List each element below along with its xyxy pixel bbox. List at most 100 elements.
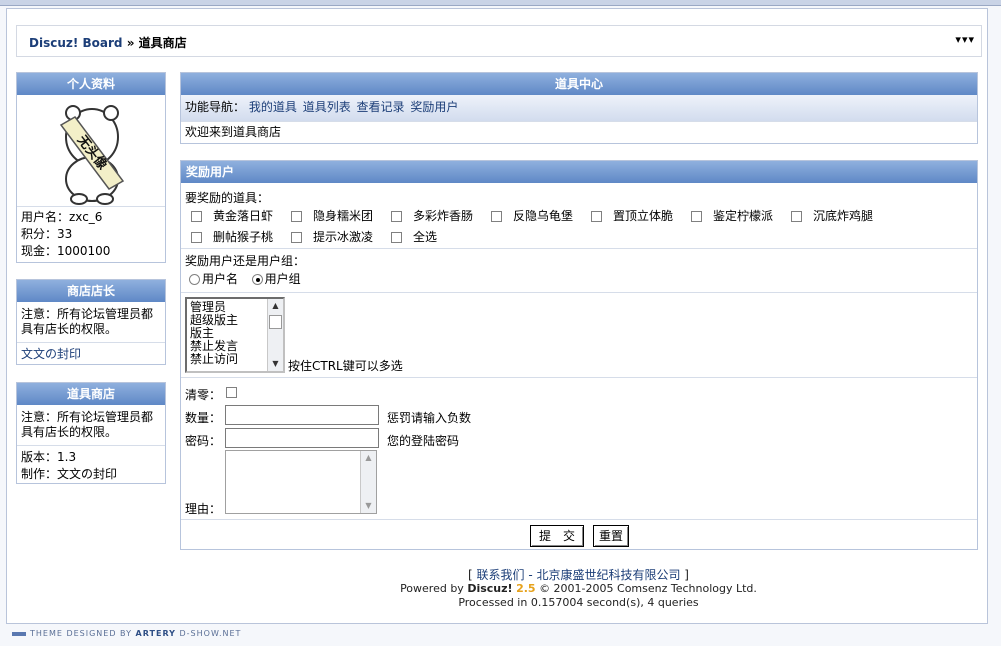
reset-button[interactable]: 重置	[593, 525, 629, 547]
breadcrumb: Discuz! Board » 道具商店	[29, 34, 187, 51]
item-option[interactable]: 提示冰激凌	[291, 228, 373, 245]
target-label: 奖励用户还是用户组：	[185, 254, 306, 268]
avatar: 无头像	[17, 95, 165, 207]
nav-link-my-items[interactable]: 我的道具	[249, 100, 297, 114]
group-select-section: 管理员 超级版主 版主 禁止发言 禁止访问 ▲ ▼ 按住CTRL键可以多选	[181, 293, 977, 378]
radio-usergroup[interactable]	[251, 274, 263, 285]
credit-bar-icon	[12, 631, 26, 636]
groups-hint: 按住CTRL键可以多选	[288, 359, 403, 373]
breadcrumb-separator: »	[126, 36, 135, 50]
checkbox[interactable]	[391, 232, 402, 243]
scroll-up-icon[interactable]: ▲	[361, 451, 376, 465]
discuz-brand-link[interactable]: Discuz!	[467, 582, 512, 595]
bracket: ]	[680, 568, 689, 582]
item-label: 黄金落日虾	[213, 209, 274, 223]
nav-link-item-list[interactable]: 道具列表	[303, 100, 351, 114]
password-input[interactable]	[225, 428, 379, 448]
textarea-scrollbar[interactable]: ▲ ▼	[360, 451, 376, 513]
checkbox[interactable]	[691, 211, 702, 222]
item-option[interactable]: 黄金落日虾	[191, 207, 273, 224]
checkbox[interactable]	[191, 211, 202, 222]
manager-note: 注意：所有论坛管理员都具有店长的权限。	[21, 307, 154, 336]
item-label: 多彩炸香肠	[413, 209, 474, 223]
scroll-up-icon[interactable]: ▲	[268, 299, 283, 313]
checkbox[interactable]	[391, 211, 402, 222]
item-option[interactable]: 鉴定柠檬派	[691, 207, 773, 224]
profile-points: 积分：33	[21, 227, 73, 241]
item-option[interactable]: 删帖猴子桃	[191, 228, 273, 245]
shop-version: 版本：1.3	[17, 445, 165, 467]
password-label: 密码：	[185, 434, 222, 448]
group-listbox[interactable]: 管理员 超级版主 版主 禁止发言 禁止访问 ▲ ▼	[185, 297, 285, 373]
function-nav-label: 功能导航：	[185, 100, 246, 114]
checkbox[interactable]	[791, 211, 802, 222]
item-label: 反隐乌龟堡	[513, 209, 574, 223]
footer-contact: [ 联系我们 - 北京康盛世纪科技有限公司 ]	[180, 566, 977, 583]
checkbox[interactable]	[291, 211, 302, 222]
scroll-down-icon[interactable]: ▼	[361, 499, 376, 513]
reason-textarea[interactable]: ▲ ▼	[225, 450, 377, 514]
item-label: 删帖猴子桃	[213, 230, 274, 244]
nav-link-reward-users[interactable]: 奖励用户	[410, 100, 458, 114]
credit-text: THEME DESIGNED BY	[30, 629, 136, 638]
reward-box: 奖励用户 要奖励的道具： 黄金落日虾 隐身糯米团 多彩炸香肠 反隐乌龟堡 置顶立…	[180, 160, 978, 550]
radio-usergroup-label[interactable]: 用户组	[265, 272, 301, 286]
listbox-scrollbar[interactable]: ▲ ▼	[267, 299, 283, 371]
target-radio-group: 用户名 用户组	[189, 270, 301, 287]
amount-input[interactable]	[225, 405, 379, 425]
center-title: 道具中心	[181, 73, 977, 95]
item-option[interactable]: 隐身糯米团	[291, 207, 373, 224]
manager-title: 商店店长	[17, 280, 165, 302]
browser-frame: Discuz! Board » 道具商店 ▾▾▾ 个人资料 无头像 用户名：zx…	[0, 0, 1001, 646]
credit-site: D-SHOW.NET	[175, 629, 242, 638]
footer-powered: Powered by Discuz! 2.5 © 2001-2005 Comse…	[180, 582, 977, 595]
company-link[interactable]: - 北京康盛世纪科技有限公司	[525, 568, 680, 582]
item-label: 全选	[413, 230, 438, 244]
menu-arrows-icon[interactable]: ▾▾▾	[955, 33, 975, 46]
breadcrumb-current: 道具商店	[138, 36, 187, 50]
radio-username-label[interactable]: 用户名	[202, 272, 238, 286]
amount-hint: 惩罚请输入负数	[387, 411, 472, 425]
scroll-down-icon[interactable]: ▼	[268, 357, 283, 371]
manager-name-link[interactable]: 文文の封印	[17, 342, 165, 364]
breadcrumb-home-link[interactable]: Discuz! Board	[29, 36, 123, 50]
checkbox[interactable]	[491, 211, 502, 222]
copyright: © 2001-2005 Comsenz Technology Ltd.	[539, 582, 757, 595]
shop-info-box: 道具商店 注意：所有论坛管理员都具有店长的权限。 版本：1.3 制作：文文の封印	[16, 382, 166, 484]
shop-author: 制作：文文の封印	[21, 467, 118, 481]
top-bar	[0, 0, 1001, 6]
profile-cash: 现金：1000100	[21, 244, 111, 258]
item-label: 提示冰激凌	[313, 230, 374, 244]
submit-button[interactable]: 提 交	[530, 525, 584, 547]
powered-prefix: Powered by	[400, 582, 468, 595]
reward-target-section: 奖励用户还是用户组： 用户名 用户组	[181, 249, 977, 293]
item-option[interactable]: 反隐乌龟堡	[491, 207, 573, 224]
clear-checkbox[interactable]	[226, 387, 237, 398]
item-option[interactable]: 置顶立体脆	[591, 207, 673, 224]
item-option[interactable]: 多彩炸香肠	[391, 207, 473, 224]
checkbox[interactable]	[591, 211, 602, 222]
reward-title: 奖励用户	[181, 161, 977, 183]
checkbox[interactable]	[191, 232, 202, 243]
reward-items-section: 要奖励的道具： 黄金落日虾 隐身糯米团 多彩炸香肠 反隐乌龟堡 置顶立体脆 鉴定…	[181, 187, 977, 249]
item-option[interactable]: 沉底炸鸡腿	[791, 207, 873, 224]
scroll-thumb[interactable]	[269, 315, 282, 329]
shop-note: 注意：所有论坛管理员都具有店长的权限。	[21, 410, 154, 439]
nav-link-view-records[interactable]: 查看记录	[357, 100, 405, 114]
reason-label: 理由：	[185, 502, 222, 516]
profile-username: 用户名：zxc_6	[21, 210, 103, 224]
radio-username[interactable]	[189, 274, 200, 285]
contact-link[interactable]: 联系我们	[477, 568, 525, 582]
item-label: 沉底炸鸡腿	[813, 209, 874, 223]
profile-title: 个人资料	[17, 73, 165, 95]
item-label: 隐身糯米团	[313, 209, 374, 223]
item-label: 鉴定柠檬派	[713, 209, 774, 223]
center-box: 道具中心 功能导航： 我的道具 道具列表 查看记录 奖励用户 欢迎来到道具商店	[180, 72, 978, 144]
discuz-version: 2.5	[516, 582, 536, 595]
password-hint: 您的登陆密码	[387, 434, 460, 448]
breadcrumb-bar: Discuz! Board » 道具商店 ▾▾▾	[16, 25, 982, 57]
profile-box: 个人资料 无头像 用户名：zxc_6 积分：33 现金：1000100	[16, 72, 166, 263]
select-all-option[interactable]: 全选	[391, 228, 437, 245]
welcome-text: 欢迎来到道具商店	[181, 121, 977, 142]
checkbox[interactable]	[291, 232, 302, 243]
